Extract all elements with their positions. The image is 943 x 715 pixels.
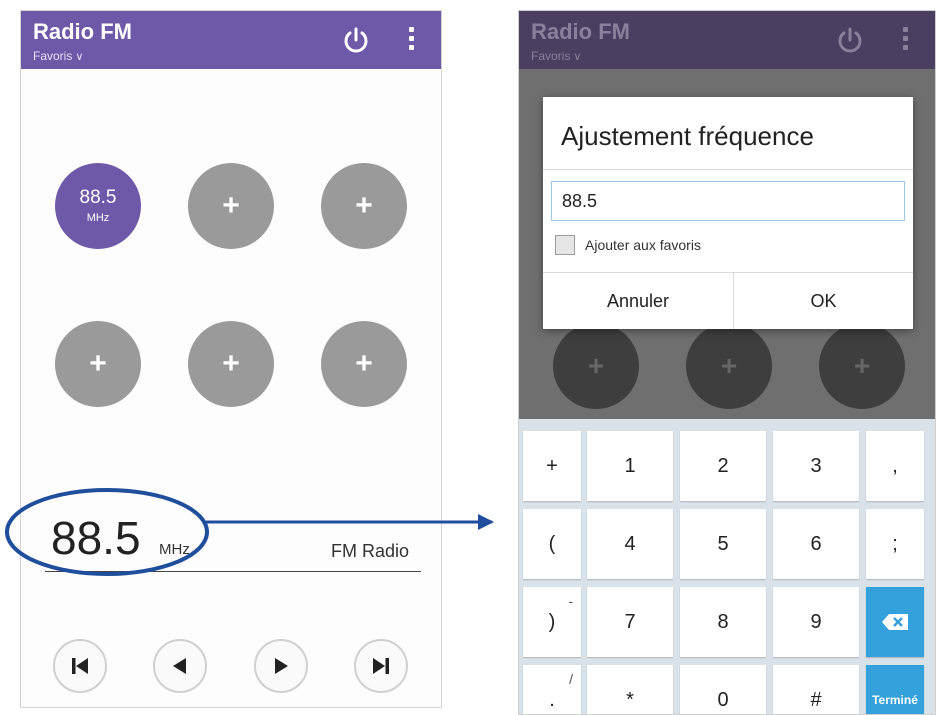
highlight-ellipse <box>5 488 209 576</box>
arrow-head-icon <box>478 514 494 530</box>
annotation-overlay <box>5 488 494 576</box>
